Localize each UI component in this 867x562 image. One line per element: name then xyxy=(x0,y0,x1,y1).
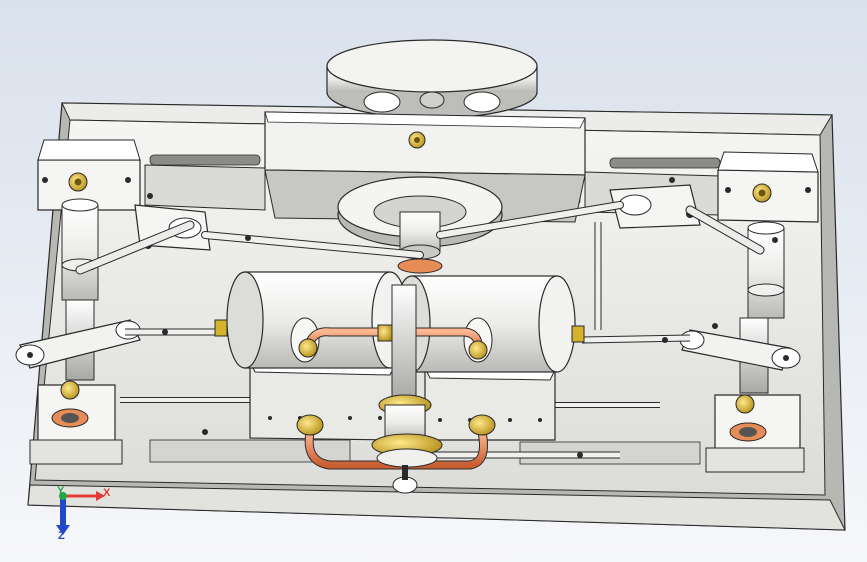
right-bearing-block-bottom[interactable] xyxy=(705,394,805,473)
top-crossbeam[interactable] xyxy=(264,111,586,176)
axis-z-label: Z xyxy=(58,530,65,542)
flywheel[interactable] xyxy=(326,39,538,119)
axis-x-label: X xyxy=(103,487,111,499)
right-bearing-block-top[interactable] xyxy=(717,151,819,223)
cad-viewport[interactable]: X Y Z xyxy=(0,0,867,562)
left-bearing-block-bottom[interactable] xyxy=(29,380,123,465)
engine-assembly-model[interactable] xyxy=(0,0,867,562)
right-cylinder[interactable] xyxy=(393,275,585,373)
axis-y-label: Y xyxy=(57,485,65,497)
